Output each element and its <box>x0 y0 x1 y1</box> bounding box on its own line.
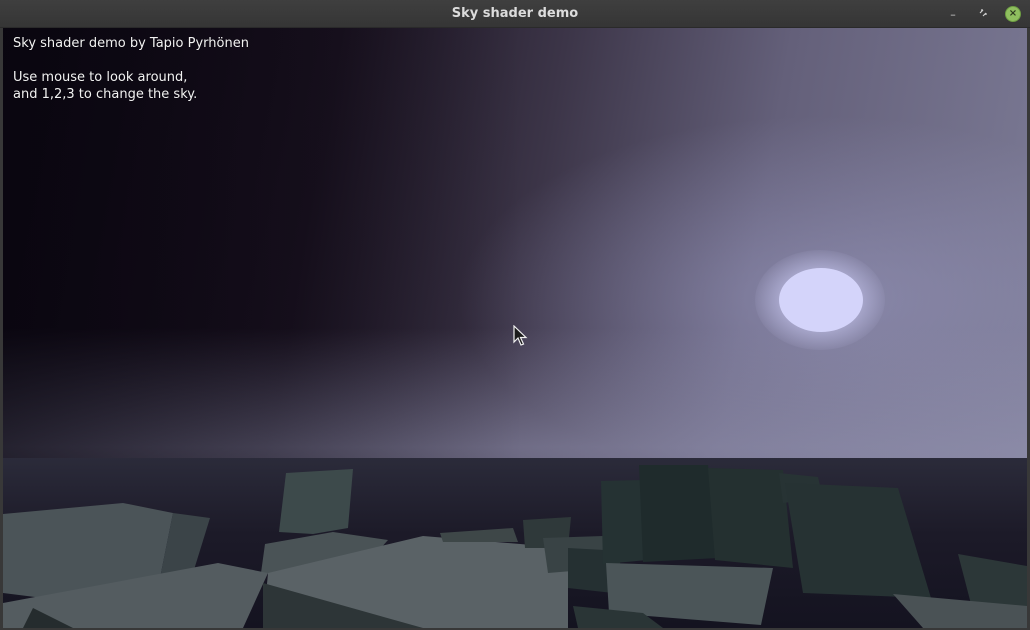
maximize-icon <box>978 8 988 21</box>
block <box>785 483 931 598</box>
minimize-button[interactable]: – <box>944 5 962 23</box>
app-window: Sky shader demo – × Sky shader demo by T… <box>0 0 1030 630</box>
title-bar[interactable]: Sky shader demo – × <box>0 0 1030 28</box>
window-title: Sky shader demo <box>451 6 579 21</box>
minimize-icon: – <box>950 7 956 21</box>
block <box>279 469 353 534</box>
close-icon: × <box>1005 6 1021 22</box>
game-viewport[interactable]: Sky shader demo by Tapio Pyrhönen Use mo… <box>3 28 1027 628</box>
block <box>708 468 793 568</box>
hud-instruction-2: and 1,2,3 to change the sky. <box>13 87 198 102</box>
hud-overlay: Sky shader demo by Tapio Pyrhönen Use mo… <box>13 35 249 103</box>
mouse-cursor-icon <box>513 325 528 346</box>
hud-instruction-1: Use mouse to look around, <box>13 70 188 85</box>
maximize-button[interactable] <box>974 5 992 23</box>
block <box>440 528 518 542</box>
hud-spacer <box>13 52 249 69</box>
hud-title: Sky shader demo by Tapio Pyrhönen <box>13 36 249 51</box>
block <box>639 465 718 562</box>
close-button[interactable]: × <box>1004 5 1022 23</box>
